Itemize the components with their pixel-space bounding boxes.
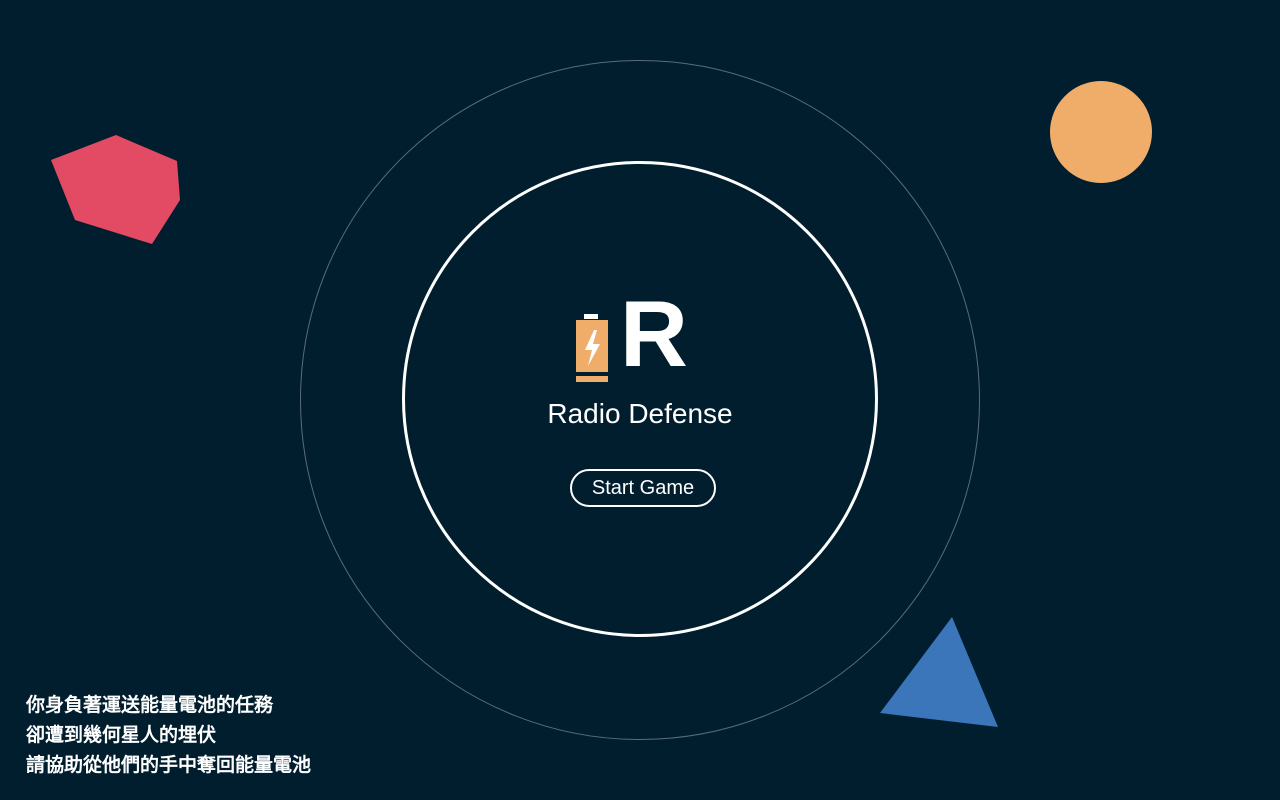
battery-bolt-icon	[576, 314, 608, 382]
game-logo: R	[574, 284, 706, 388]
story-line: 請協助從他們的手中奪回能量電池	[26, 754, 312, 776]
story-text: 你身負著運送能量電池的任務 卻遭到幾何星人的埋伏 請協助從他們的手中奪回能量電池	[26, 690, 311, 780]
circle-shape	[1050, 81, 1152, 183]
game-canvas[interactable]: R Radio Defense Start Game 你身負著運送能量電池的任務…	[0, 0, 1280, 800]
game-title: Radio Defense	[547, 398, 733, 429]
pentagon-shape	[51, 135, 180, 244]
triangle-shape	[880, 617, 998, 727]
story-line: 卻遭到幾何星人的埋伏	[26, 724, 217, 746]
logo-letter: R	[620, 281, 688, 386]
start-game-button[interactable]: Start Game	[570, 469, 716, 507]
story-line: 你身負著運送能量電池的任務	[26, 694, 274, 716]
